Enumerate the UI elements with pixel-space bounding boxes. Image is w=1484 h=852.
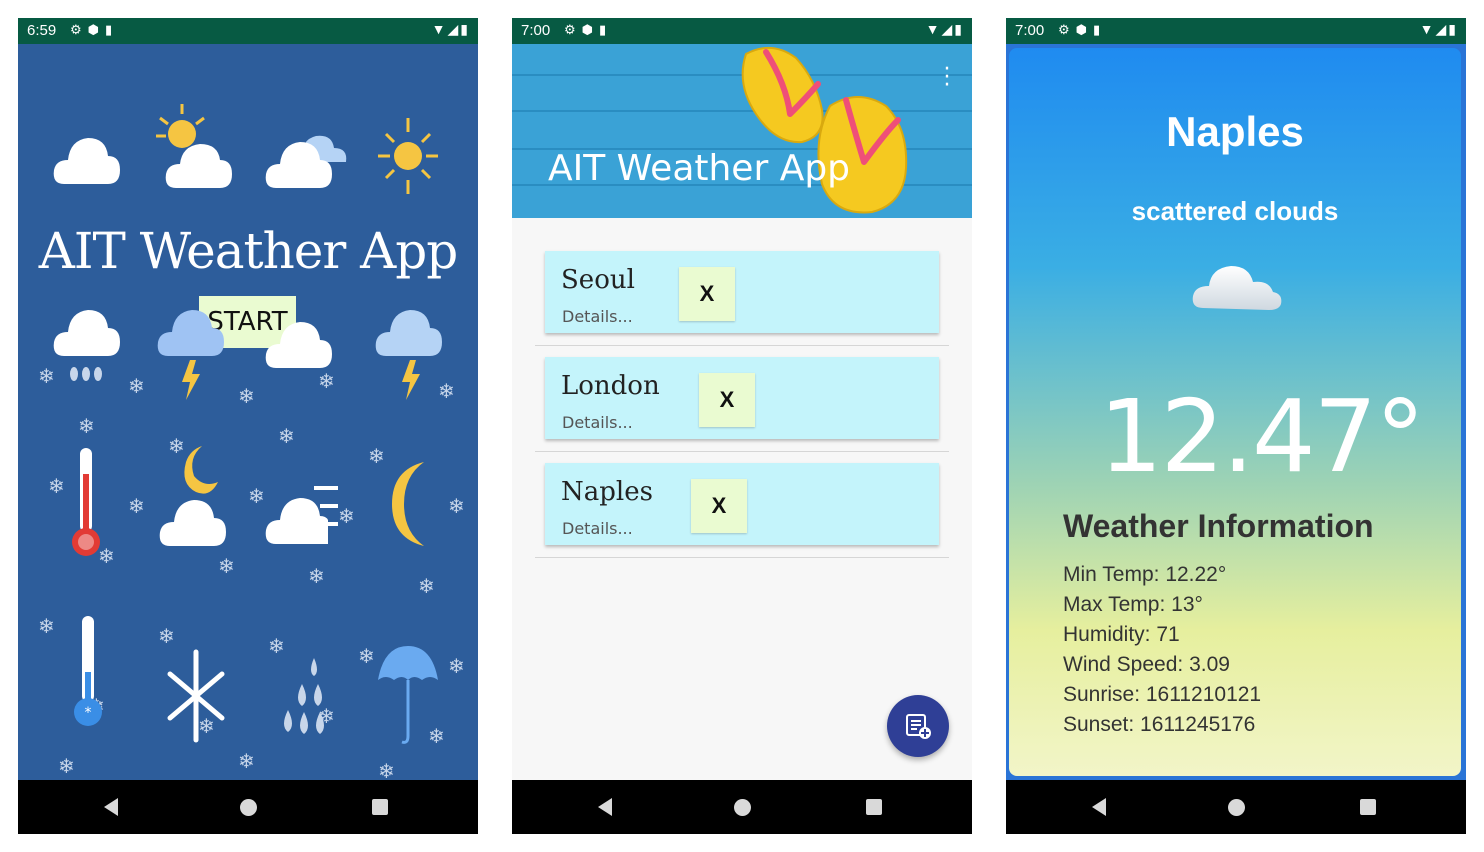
status-bar: 6:59 ⚙⬢▮ ▼◢▮ [18,18,478,44]
snowflake-icon [167,649,225,743]
recent-apps-icon[interactable] [866,799,882,815]
min-temp: Min Temp: 12.22° [1063,563,1227,586]
temperature-value: 12.47° [1099,378,1425,495]
add-list-icon [906,714,931,739]
app-title: AIT Weather App [38,222,459,280]
city-name: London [561,371,660,401]
city-list-screen: 7:00 ⚙⬢▮ ▼◢▮ AIT Weather App · · · Seoul D… [512,18,972,834]
status-time: 7:00 [1015,22,1045,39]
max-temp: Max Temp: 13° [1063,593,1203,616]
details-link[interactable]: Details... [562,413,633,432]
city-card-naples[interactable]: Naples Details... X [545,463,939,545]
back-icon[interactable] [598,798,612,816]
splash-screen: 6:59 ⚙⬢▮ ▼◢▮ ❄ ❄ ❄ ❄ ❄ ❄ ❄ ❄ ❄ ❄ ❄ ❄ ❄ ❄ ❄ ❄ ❄ ❄ ❄ ❄ ❄… [18,18,478,834]
rain-cloud-icon [53,310,120,381]
app-bar: AIT Weather App · · · [512,44,972,218]
cloud-icon [53,138,120,184]
status-bar: 7:00 ⚙⬢▮ ▼◢▮ [1006,18,1466,44]
app-bar-title: AIT Weather App [548,148,851,189]
back-icon[interactable] [104,798,118,816]
storm-rain-icon [375,310,442,400]
navigation-bar [1006,780,1466,834]
sunrise: Sunrise: 1611210121 [1063,683,1262,706]
navigation-bar [512,780,972,834]
sun-icon [378,118,438,194]
recent-apps-icon[interactable] [1360,799,1376,815]
home-icon[interactable] [1228,799,1245,816]
delete-city-button[interactable]: X [679,267,735,321]
home-icon[interactable] [240,799,257,816]
notification-icons: ⚙⬢▮ [70,22,119,37]
status-bar: 7:00 ⚙⬢▮ ▼◢▮ [512,18,972,44]
city-name: Naples [1166,108,1304,155]
delete-city-button[interactable]: X [691,479,747,533]
thermometer-cold-icon: * [74,616,102,726]
recent-apps-icon[interactable] [372,799,388,815]
cloud-icon [1192,266,1282,310]
list-divider [535,345,949,346]
wind-cloud-icon [265,486,338,544]
details-link[interactable]: Details... [562,307,633,326]
status-time: 6:59 [27,22,57,39]
list-divider [535,557,949,558]
add-city-button[interactable] [887,695,949,757]
raindrops-icon [284,658,324,734]
home-icon[interactable] [734,799,751,816]
moon-icon [392,462,424,546]
clouds-icon [265,135,347,188]
list-divider [535,451,949,452]
splash-background: ❄❄❄ ❄❄❄ ❄❄❄ ❄❄❄ ❄❄❄ ❄❄❄ ❄❄❄ ❄❄❄ ❄❄❄ ❄❄❄ [18,44,478,783]
signal-battery-icons: ▼◢▮ [431,21,470,37]
notification-icons: ⚙⬢▮ [1058,22,1107,37]
detail-background: Naples scattered clouds 12.47° Weather I… [1006,44,1466,780]
city-name: Seoul [561,265,635,295]
overflow-menu-icon[interactable]: · · · [942,59,952,97]
city-card-seoul[interactable]: Seoul Details... X [545,251,939,333]
back-icon[interactable] [1092,798,1106,816]
weather-info-heading: Weather Information [1063,508,1374,544]
weather-description: scattered clouds [1131,196,1339,226]
wind-speed: Wind Speed: 3.09 [1063,653,1230,676]
humidity: Humidity: 71 [1063,623,1180,646]
status-time: 7:00 [521,22,551,39]
delete-city-button[interactable]: X [699,373,755,427]
sun-cloud-icon [156,104,232,188]
sunset: Sunset: 1611245176 [1063,713,1256,736]
details-link[interactable]: Details... [562,519,633,538]
moon-cloud-icon [159,446,226,546]
svg-text:*: * [85,705,92,721]
snow-cloud-icon [265,322,332,368]
thunderstorm-icon [157,310,224,400]
navigation-bar [18,780,478,834]
weather-info-list: Min Temp: 12.22° Max Temp: 13° Humidity:… [1063,560,1261,740]
city-name: Naples [561,477,653,507]
city-card-london[interactable]: London Details... X [545,357,939,439]
umbrella-icon [378,646,438,744]
flip-flops-image [741,47,908,214]
city-list: Seoul Details... X London Details... X N… [512,218,972,780]
weather-detail-screen: 7:00 ⚙⬢▮ ▼◢▮ Naples scattered clouds 12.… [1006,18,1466,834]
signal-battery-icons: ▼◢▮ [1419,21,1458,37]
signal-battery-icons: ▼◢▮ [925,21,964,37]
notification-icons: ⚙⬢▮ [564,22,613,37]
thermometer-hot-icon [72,448,100,556]
weather-card: Naples scattered clouds 12.47° Weather I… [1009,48,1461,776]
